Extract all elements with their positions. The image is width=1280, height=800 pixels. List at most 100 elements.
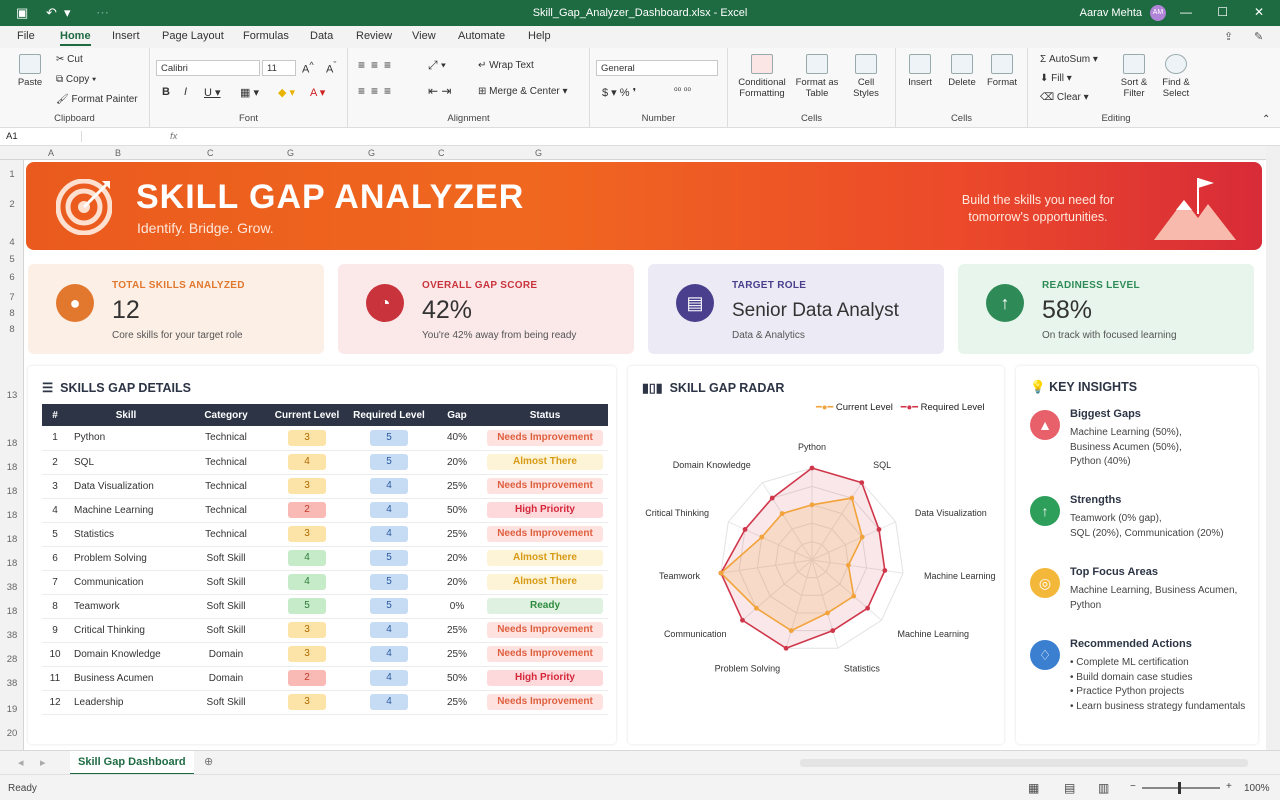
avatar[interactable]: AM bbox=[1150, 5, 1166, 21]
row-header[interactable]: 20 bbox=[0, 728, 24, 739]
row-number-cell[interactable]: 3 bbox=[42, 474, 68, 499]
row-header[interactable]: 18 bbox=[0, 534, 24, 545]
add-sheet-icon[interactable]: ⊕ bbox=[204, 755, 213, 768]
grow-font-icon[interactable]: A^ bbox=[302, 60, 314, 76]
zoom-slider[interactable] bbox=[1142, 787, 1220, 789]
row-header[interactable]: 38 bbox=[0, 630, 24, 641]
row-number-cell[interactable]: 4 bbox=[42, 498, 68, 523]
cell-styles-button[interactable]: Cell Styles bbox=[844, 54, 888, 99]
current-level-cell[interactable]: 3 bbox=[268, 474, 346, 499]
row-number-cell[interactable]: 12 bbox=[42, 690, 68, 715]
shrink-font-icon[interactable]: Aˇ bbox=[326, 60, 336, 76]
skill-category-cell[interactable]: Soft Skill bbox=[184, 618, 268, 643]
status-badge-cell[interactable]: Needs Improvement bbox=[482, 522, 608, 547]
column-header[interactable]: G bbox=[368, 148, 375, 158]
row-number-cell[interactable]: 1 bbox=[42, 426, 68, 451]
tab-home[interactable]: Home bbox=[60, 30, 91, 46]
table-row[interactable]: 12 Leadership Soft Skill 3 4 25% Needs Improve… bbox=[42, 690, 608, 715]
row-header[interactable]: 7 bbox=[0, 292, 24, 303]
fill-color-icon[interactable]: ◆ ▾ bbox=[278, 86, 295, 99]
status-badge-cell[interactable]: Almost There bbox=[482, 546, 608, 571]
merge-center-button[interactable]: ⊞ Merge & Center ▾ bbox=[478, 86, 568, 97]
row-header[interactable]: 4 bbox=[0, 237, 24, 248]
current-level-cell[interactable]: 2 bbox=[268, 666, 346, 691]
sort-filter-button[interactable]: Sort & Filter bbox=[1114, 54, 1154, 99]
font-color-icon[interactable]: A ▾ bbox=[310, 86, 325, 99]
skill-category-cell[interactable]: Technical bbox=[184, 522, 268, 547]
gap-percent-cell[interactable]: 50% bbox=[432, 498, 482, 523]
required-level-cell[interactable]: 4 bbox=[346, 474, 432, 499]
required-level-cell[interactable]: 5 bbox=[346, 546, 432, 571]
required-level-cell[interactable]: 5 bbox=[346, 426, 432, 451]
table-row[interactable]: 9 Critical Thinking Soft Skill 3 4 25% Needs I… bbox=[42, 618, 608, 643]
table-row[interactable]: 7 Communication Soft Skill 4 5 20% Almost Ther… bbox=[42, 570, 608, 595]
row-number-cell[interactable]: 5 bbox=[42, 522, 68, 547]
insert-cells-button[interactable]: Insert bbox=[902, 54, 938, 88]
column-header[interactable]: C bbox=[207, 148, 214, 158]
row-number-cell[interactable]: 7 bbox=[42, 570, 68, 595]
column-header[interactable]: B bbox=[115, 148, 121, 158]
skill-name-cell[interactable]: Data Visualization bbox=[68, 474, 184, 499]
gap-percent-cell[interactable]: 25% bbox=[432, 618, 482, 643]
required-level-cell[interactable]: 5 bbox=[346, 450, 432, 475]
row-number-cell[interactable]: 9 bbox=[42, 618, 68, 643]
current-level-cell[interactable]: 3 bbox=[268, 618, 346, 643]
tab-formulas[interactable]: Formulas bbox=[243, 30, 289, 42]
row-header[interactable]: 5 bbox=[0, 254, 24, 265]
row-header[interactable]: 18 bbox=[0, 438, 24, 449]
tab-file[interactable]: File bbox=[17, 30, 35, 42]
row-header[interactable]: 18 bbox=[0, 462, 24, 473]
row-header[interactable]: 18 bbox=[0, 510, 24, 521]
gap-percent-cell[interactable]: 40% bbox=[432, 426, 482, 451]
paste-button[interactable]: Paste bbox=[12, 54, 48, 88]
skill-category-cell[interactable]: Technical bbox=[184, 474, 268, 499]
status-badge-cell[interactable]: Almost There bbox=[482, 570, 608, 595]
skill-category-cell[interactable]: Domain bbox=[184, 642, 268, 667]
row-header[interactable]: 18 bbox=[0, 486, 24, 497]
row-number-cell[interactable]: 2 bbox=[42, 450, 68, 475]
required-level-cell[interactable]: 4 bbox=[346, 522, 432, 547]
table-row[interactable]: 6 Problem Solving Soft Skill 4 5 20% Almost Th… bbox=[42, 546, 608, 571]
number-format-select[interactable]: General bbox=[596, 60, 718, 76]
font-size-select[interactable]: 11 bbox=[262, 60, 296, 76]
required-level-cell[interactable]: 4 bbox=[346, 498, 432, 523]
row-number-cell[interactable]: 11 bbox=[42, 666, 68, 691]
horizontal-scrollbar[interactable] bbox=[800, 759, 1248, 767]
vertical-align-icons[interactable]: ≡≡≡ bbox=[358, 58, 397, 72]
column-header[interactable]: A bbox=[48, 148, 54, 158]
current-level-cell[interactable]: 2 bbox=[268, 498, 346, 523]
status-badge-cell[interactable]: Needs Improvement bbox=[482, 618, 608, 643]
page-layout-view-icon[interactable]: ▤ bbox=[1064, 781, 1075, 795]
bold-icon[interactable]: B bbox=[162, 86, 170, 98]
required-level-cell[interactable]: 4 bbox=[346, 618, 432, 643]
find-select-button[interactable]: Find & Select bbox=[1156, 54, 1196, 99]
gap-percent-cell[interactable]: 25% bbox=[432, 474, 482, 499]
row-header[interactable]: 28 bbox=[0, 654, 24, 665]
row-header[interactable]: 6 bbox=[0, 272, 24, 283]
tab-insert[interactable]: Insert bbox=[112, 30, 140, 42]
skill-category-cell[interactable]: Soft Skill bbox=[184, 546, 268, 571]
conditional-formatting-button[interactable]: Conditional Formatting bbox=[732, 54, 792, 99]
user-name[interactable]: Aarav Mehta bbox=[1080, 7, 1142, 19]
gap-percent-cell[interactable]: 25% bbox=[432, 522, 482, 547]
row-header[interactable]: 18 bbox=[0, 558, 24, 569]
fx-icon[interactable]: fx bbox=[170, 131, 177, 142]
table-row[interactable]: 10 Domain Knowledge Domain 3 4 25% Needs Impro… bbox=[42, 642, 608, 667]
decimal-icons[interactable]: ⁰⁰ ⁰⁰ bbox=[674, 86, 691, 97]
current-level-cell[interactable]: 4 bbox=[268, 450, 346, 475]
currency-icon[interactable]: $ ▾ % ❜ bbox=[602, 86, 636, 99]
current-level-cell[interactable]: 3 bbox=[268, 522, 346, 547]
tab-help[interactable]: Help bbox=[528, 30, 551, 42]
gap-percent-cell[interactable]: 20% bbox=[432, 450, 482, 475]
table-row[interactable]: 1 Python Technical 3 5 40% Needs Improvement bbox=[42, 426, 608, 451]
current-level-cell[interactable]: 4 bbox=[268, 570, 346, 595]
tab-data[interactable]: Data bbox=[310, 30, 333, 42]
required-level-cell[interactable]: 4 bbox=[346, 690, 432, 715]
gap-percent-cell[interactable]: 25% bbox=[432, 642, 482, 667]
skill-name-cell[interactable]: SQL bbox=[68, 450, 184, 475]
column-header[interactable]: C bbox=[438, 148, 445, 158]
status-badge-cell[interactable]: High Priority bbox=[482, 498, 608, 523]
row-header[interactable]: 13 bbox=[0, 390, 24, 401]
sheet-tab-active[interactable]: Skill Gap Dashboard bbox=[70, 751, 194, 775]
table-row[interactable]: 4 Machine Learning Technical 2 4 50% High Prio… bbox=[42, 498, 608, 523]
